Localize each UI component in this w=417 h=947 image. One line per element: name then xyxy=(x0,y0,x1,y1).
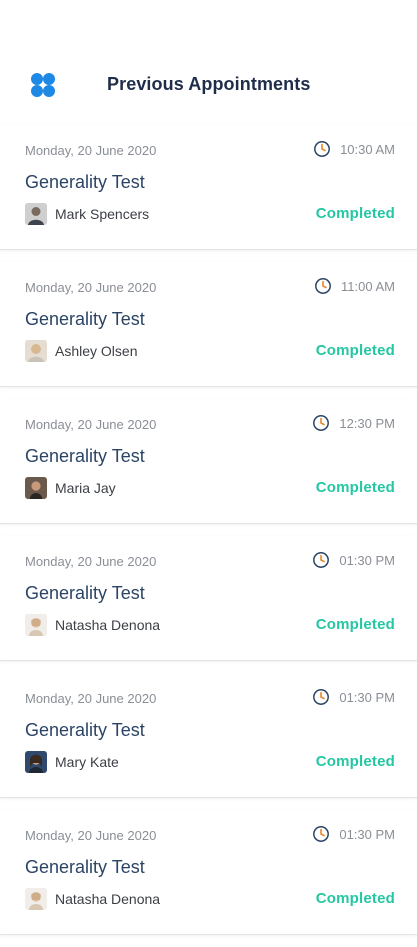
appointment-title: Generality Test xyxy=(25,172,145,192)
appointment-time: 10:30 AM xyxy=(340,141,395,157)
doctor-info: Natasha Denona xyxy=(25,614,160,636)
appointment-title: Generality Test xyxy=(25,583,145,603)
appointment-card[interactable]: Monday, 20 June 2020 01:30 PM Generality… xyxy=(0,810,417,935)
appointment-date: Monday, 20 June 2020 xyxy=(25,828,157,843)
appointment-card[interactable]: Monday, 20 June 2020 11:00 AM Generality… xyxy=(0,262,417,387)
appointment-time-row: 01:30 PM xyxy=(312,825,395,843)
appointment-time-row: 10:30 AM xyxy=(313,140,395,158)
appointment-title: Generality Test xyxy=(25,857,145,877)
clock-icon xyxy=(312,825,330,843)
doctor-name: Mary Kate xyxy=(55,754,119,770)
appointment-card[interactable]: Monday, 20 June 2020 12:30 PM Generality… xyxy=(0,399,417,524)
grid-dots-icon[interactable] xyxy=(29,71,57,99)
status-badge: Completed xyxy=(315,890,395,907)
avatar xyxy=(25,888,47,910)
appointment-title: Generality Test xyxy=(25,309,145,329)
appointment-date: Monday, 20 June 2020 xyxy=(25,143,157,158)
doctor-name: Ashley Olsen xyxy=(55,343,138,359)
page-title: Previous Appointments xyxy=(107,74,311,94)
appointment-card[interactable]: Monday, 20 June 2020 01:30 PM Generality… xyxy=(0,673,417,798)
avatar xyxy=(25,477,47,499)
appointment-time: 01:30 PM xyxy=(339,826,395,842)
doctor-name: Natasha Denona xyxy=(55,891,161,907)
doctor-info: Natasha Denona xyxy=(25,888,160,910)
doctor-info: Mary Kate xyxy=(25,751,119,773)
appointment-date: Monday, 20 June 2020 xyxy=(25,554,157,569)
clock-icon xyxy=(313,140,331,158)
avatar xyxy=(25,614,47,636)
appointment-date: Monday, 20 June 2020 xyxy=(25,280,157,295)
appointment-card[interactable]: Monday, 20 June 2020 10:30 AM Generality… xyxy=(0,125,417,250)
doctor-info: Ashley Olsen xyxy=(25,340,137,362)
status-badge: Completed xyxy=(315,479,395,496)
appointment-time-row: 01:30 PM xyxy=(312,551,395,569)
appointment-time-row: 11:00 AM xyxy=(314,277,395,295)
clock-icon xyxy=(312,688,330,706)
avatar xyxy=(25,340,47,362)
appointment-date: Monday, 20 June 2020 xyxy=(25,417,157,432)
avatar xyxy=(25,203,47,225)
appointment-time-row: 01:30 PM xyxy=(312,688,395,706)
appointment-time: 01:30 PM xyxy=(339,552,395,568)
clock-icon xyxy=(312,414,330,432)
app-header: Previous Appointments xyxy=(0,0,417,125)
appointment-card[interactable]: Monday, 20 June 2020 01:30 PM Generality… xyxy=(0,536,417,661)
doctor-info: Maria Jay xyxy=(25,477,116,499)
appointment-title: Generality Test xyxy=(25,446,145,466)
appointment-time: 11:00 AM xyxy=(341,278,395,294)
clock-icon xyxy=(314,277,332,295)
appointment-date: Monday, 20 June 2020 xyxy=(25,691,157,706)
status-badge: Completed xyxy=(315,616,395,633)
doctor-info: Mark Spencers xyxy=(25,203,149,225)
avatar xyxy=(25,751,47,773)
appointment-time: 01:30 PM xyxy=(339,689,395,705)
appointment-time-row: 12:30 PM xyxy=(312,414,395,432)
appointment-title: Generality Test xyxy=(25,720,145,740)
status-badge: Completed xyxy=(315,342,395,359)
status-badge: Completed xyxy=(315,205,395,222)
doctor-name: Mark Spencers xyxy=(55,206,150,222)
clock-icon xyxy=(312,551,330,569)
doctor-name: Maria Jay xyxy=(55,480,116,496)
doctor-name: Natasha Denona xyxy=(55,617,161,633)
appointments-list: Monday, 20 June 2020 10:30 AM Generality… xyxy=(0,125,417,947)
appointment-time: 12:30 PM xyxy=(339,415,395,431)
status-badge: Completed xyxy=(315,753,395,770)
